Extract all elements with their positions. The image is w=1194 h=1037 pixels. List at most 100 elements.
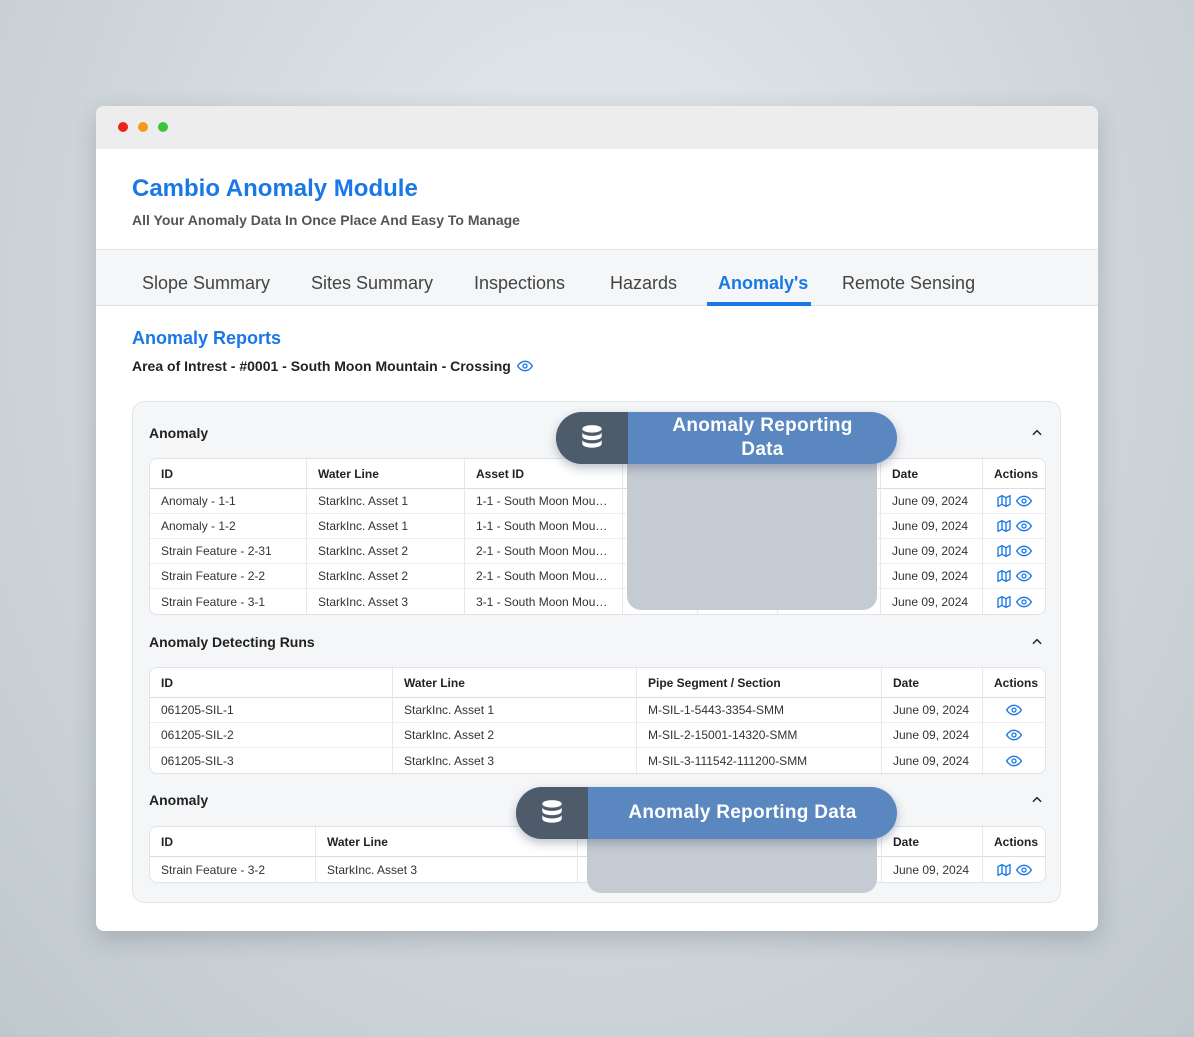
- redacted-columns-overlay: [627, 458, 877, 610]
- tab-hazards[interactable]: Hazards: [610, 273, 677, 294]
- map-icon[interactable]: [996, 568, 1012, 584]
- cell-water-line: StarkInc. Asset 2: [307, 564, 465, 589]
- tab-sites-summary[interactable]: Sites Summary: [311, 273, 433, 294]
- column-header-actions: Actions: [983, 827, 1045, 857]
- cell-id: 061205-SIL-2: [150, 723, 393, 748]
- cell-date: June 09, 2024: [882, 748, 983, 773]
- eye-icon[interactable]: [1016, 543, 1032, 559]
- cell-actions: [983, 698, 1045, 723]
- cell-actions: [983, 723, 1045, 748]
- column-header-date[interactable]: Date: [882, 827, 983, 857]
- column-header-id[interactable]: ID: [150, 827, 316, 857]
- eye-icon[interactable]: [1016, 493, 1032, 509]
- chevron-up-icon[interactable]: [1030, 635, 1044, 649]
- cell-date: June 09, 2024: [881, 489, 983, 514]
- column-header-date[interactable]: Date: [882, 668, 983, 698]
- cell-date: June 09, 2024: [882, 698, 983, 723]
- app-title: Cambio Anomaly Module: [132, 175, 418, 202]
- column-header-water-line[interactable]: Water Line: [307, 459, 465, 489]
- cell-water-line: StarkInc. Asset 1: [307, 489, 465, 514]
- cell-id: Strain Feature - 3-1: [150, 589, 307, 614]
- map-icon[interactable]: [996, 594, 1012, 610]
- anomaly-group-title: Anomaly: [149, 425, 209, 441]
- table-row[interactable]: 061205-SIL-2 StarkInc. Asset 2 M-SIL-2-1…: [150, 723, 1045, 748]
- cell-asset-id: 2-1 - South Moon Mountain: [465, 564, 623, 589]
- tab-anomalys[interactable]: Anomaly's: [718, 273, 808, 294]
- close-window-button[interactable]: [118, 122, 128, 132]
- runs-table: ID Water Line Pipe Segment / Section Dat…: [149, 667, 1046, 774]
- database-icon-wrapper: [556, 412, 628, 464]
- eye-icon[interactable]: [1016, 518, 1032, 534]
- cell-actions: [983, 514, 1045, 539]
- window-titlebar: [96, 106, 1098, 149]
- cell-actions: [983, 857, 1045, 882]
- cell-asset-id: 1-1 - South Moon Mountain: [465, 514, 623, 539]
- cell-asset-id: 3-1 - South Moon Mountain: [465, 589, 623, 614]
- cell-id: Anomaly - 1-2: [150, 514, 307, 539]
- minimize-window-button[interactable]: [138, 122, 148, 132]
- app-subtitle: All Your Anomaly Data In Once Place And …: [132, 212, 520, 228]
- cell-id: 061205-SIL-1: [150, 698, 393, 723]
- column-header-id[interactable]: ID: [150, 459, 307, 489]
- table-row[interactable]: 061205-SIL-3 StarkInc. Asset 3 M-SIL-3-1…: [150, 748, 1045, 773]
- cell-date: June 09, 2024: [882, 857, 983, 882]
- eye-icon[interactable]: [1016, 594, 1032, 610]
- table-row[interactable]: Anomaly - 1-1 StarkInc. Asset 1 1-1 - So…: [150, 489, 1045, 514]
- cell-actions: [983, 539, 1045, 564]
- table-row[interactable]: Strain Feature - 2-2 StarkInc. Asset 2 2…: [150, 564, 1045, 589]
- cell-id: 061205-SIL-3: [150, 748, 393, 773]
- cell-id: Strain Feature - 2-2: [150, 564, 307, 589]
- cell-water-line: StarkInc. Asset 3: [307, 589, 465, 614]
- map-icon[interactable]: [996, 543, 1012, 559]
- eye-icon[interactable]: [1006, 702, 1022, 718]
- column-header-segment[interactable]: Pipe Segment / Section: [637, 668, 882, 698]
- map-icon[interactable]: [996, 862, 1012, 878]
- eye-icon[interactable]: [1006, 727, 1022, 743]
- cell-segment: M-SIL-1-5443-3354-SMM: [637, 698, 882, 723]
- active-tab-indicator: [707, 302, 811, 306]
- column-header-date[interactable]: Date: [881, 459, 983, 489]
- cell-date: June 09, 2024: [881, 589, 983, 614]
- section-title: Anomaly Reports: [132, 328, 282, 348]
- cell-actions: [983, 564, 1045, 589]
- anomaly-reporting-data-callout-2: Anomaly Reporting Data: [516, 787, 897, 839]
- column-header-id[interactable]: ID: [150, 668, 393, 698]
- table-row[interactable]: Strain Feature - 3-1 StarkInc. Asset 3 3…: [150, 589, 1045, 614]
- cell-water-line: StarkInc. Asset 1: [307, 514, 465, 539]
- app-window: Cambio Anomaly Module All Your Anomaly D…: [96, 106, 1098, 931]
- cell-actions: [983, 589, 1045, 614]
- table-row[interactable]: Strain Feature - 2-31 StarkInc. Asset 2 …: [150, 539, 1045, 564]
- table-row[interactable]: 061205-SIL-1 StarkInc. Asset 1 M-SIL-1-5…: [150, 698, 1045, 723]
- anomaly-group-2-title: Anomaly: [149, 792, 209, 808]
- app-header: Cambio Anomaly Module All Your Anomaly D…: [96, 149, 1098, 250]
- cell-date: June 09, 2024: [881, 539, 983, 564]
- tab-slope-summary[interactable]: Slope Summary: [142, 273, 270, 294]
- eye-icon[interactable]: [1016, 568, 1032, 584]
- map-icon[interactable]: [996, 493, 1012, 509]
- area-of-interest-label: Area of Intrest - #0001 - South Moon Mou…: [132, 358, 511, 374]
- cell-segment: M-SIL-2-15001-14320-SMM: [637, 723, 882, 748]
- area-of-interest: Area of Intrest - #0001 - South Moon Mou…: [132, 358, 533, 374]
- cell-asset-id: 1-1 - South Moon Mountain: [465, 489, 623, 514]
- column-header-actions: Actions: [983, 668, 1045, 698]
- chevron-up-icon[interactable]: [1030, 426, 1044, 440]
- database-icon: [542, 800, 562, 823]
- chevron-up-icon[interactable]: [1030, 793, 1044, 807]
- tab-bar: Slope Summary Sites Summary Inspections …: [96, 250, 1098, 306]
- cell-water-line: StarkInc. Asset 2: [307, 539, 465, 564]
- eye-icon[interactable]: [1016, 862, 1032, 878]
- tab-inspections[interactable]: Inspections: [474, 273, 565, 294]
- eye-icon[interactable]: [1006, 753, 1022, 769]
- cell-id: Strain Feature - 3-2: [150, 857, 316, 882]
- callout-label: Anomaly Reporting Data: [628, 802, 857, 823]
- cell-date: June 09, 2024: [881, 514, 983, 539]
- cell-actions: [983, 748, 1045, 773]
- tab-remote-sensing[interactable]: Remote Sensing: [842, 273, 975, 294]
- column-header-water-line[interactable]: Water Line: [393, 668, 637, 698]
- table-row[interactable]: Anomaly - 1-2 StarkInc. Asset 1 1-1 - So…: [150, 514, 1045, 539]
- maximize-window-button[interactable]: [158, 122, 168, 132]
- cell-water-line: StarkInc. Asset 2: [393, 723, 637, 748]
- map-icon[interactable]: [996, 518, 1012, 534]
- database-icon: [582, 425, 602, 448]
- eye-icon[interactable]: [516, 358, 533, 374]
